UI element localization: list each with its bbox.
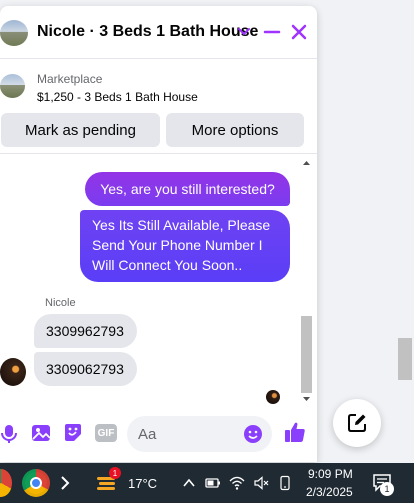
chevron-right-icon[interactable] [58,473,72,493]
chrome-taskbar-icon[interactable] [0,469,12,497]
weather-alert-badge: 1 [109,467,121,479]
compose-icon [348,414,366,432]
divider [0,153,317,154]
clock-date[interactable]: 2/3/2025 [306,485,353,499]
gif-icon[interactable]: GIF [95,424,117,442]
notification-count-badge: 1 [380,482,394,496]
volume-muted-icon[interactable] [253,475,269,491]
chrome-profile-taskbar-icon[interactable] [22,469,50,497]
message-composer: GIF Aa [0,408,317,458]
new-message-button[interactable] [333,399,381,447]
chevron-up-icon[interactable] [181,475,197,491]
more-options-button[interactable]: More options [166,113,304,147]
page-scrollbar-thumb[interactable] [398,338,412,380]
listing-price-title: $1,250 - 3 Beds 1 Bath House [37,90,198,104]
windows-taskbar: 1 17°C 9:09 PM 2/3/2025 1 [0,463,414,503]
scroll-down-arrow-icon[interactable] [301,394,312,404]
marketplace-label: Marketplace [37,72,103,86]
sticker-icon[interactable] [62,422,84,444]
seen-indicator-avatar [266,390,280,404]
marketplace-listing-row[interactable]: Marketplace $1,250 - 3 Beds 1 Bath House [0,62,317,106]
image-icon[interactable] [30,422,52,444]
message-input[interactable]: Aa [127,416,272,452]
scrollbar-thumb[interactable] [301,316,312,393]
battery-icon[interactable] [205,475,221,491]
chat-header: Nicole · 3 Beds 1 Bath House [0,6,317,59]
listing-photo [0,74,25,98]
clock-time[interactable]: 9:09 PM [308,467,353,481]
outgoing-message: Yes, are you still interested? [85,172,290,206]
mark-as-pending-button[interactable]: Mark as pending [1,113,160,147]
sender-name: Nicole [45,297,76,309]
chevron-down-icon[interactable] [234,22,254,42]
incoming-message: 3309062793 [34,352,137,386]
like-icon[interactable] [283,420,307,444]
emoji-icon[interactable] [242,423,264,445]
outgoing-message: Yes Its Still Available, Please Send You… [80,210,290,282]
message-placeholder: Aa [138,426,157,443]
phone-link-icon[interactable] [277,475,293,491]
close-icon[interactable] [289,22,309,42]
wifi-icon[interactable] [229,475,245,491]
scroll-up-arrow-icon[interactable] [301,158,312,168]
minimize-icon[interactable] [262,22,282,42]
sender-avatar[interactable] [0,358,26,386]
listing-thumbnail[interactable] [0,20,28,46]
messenger-chat-window: Nicole · 3 Beds 1 Bath House Marketplace… [0,6,317,462]
incoming-message: 3309962793 [34,314,137,348]
microphone-icon[interactable] [0,422,20,444]
temperature[interactable]: 17°C [128,476,157,491]
chat-title[interactable]: Nicole · 3 Beds 1 Bath House [37,23,258,41]
